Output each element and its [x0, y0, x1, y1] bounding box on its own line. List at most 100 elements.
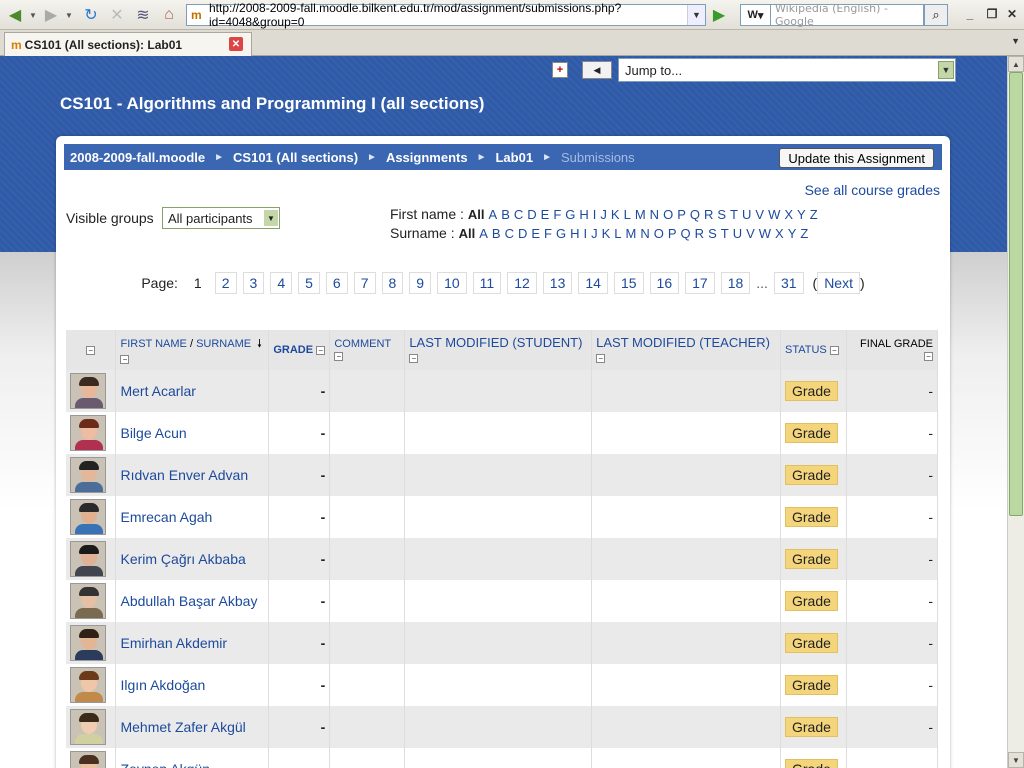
minimize-icon[interactable]: _: [962, 6, 978, 22]
firstname-letter-link[interactable]: T: [730, 207, 738, 222]
back-history-dropdown-icon[interactable]: ▼: [28, 4, 38, 26]
firstname-letter-link[interactable]: J: [600, 207, 607, 222]
stop-icon[interactable]: ✕: [106, 4, 128, 26]
page-link[interactable]: 8: [381, 272, 404, 294]
page-link[interactable]: 14: [578, 272, 608, 294]
surname-letter-link[interactable]: K: [602, 226, 611, 241]
surname-letter-link[interactable]: Z: [800, 226, 808, 241]
page-link[interactable]: 10: [437, 272, 467, 294]
surname-letter-link[interactable]: G: [556, 226, 566, 241]
firstname-letter-link[interactable]: O: [663, 207, 673, 222]
surname-letter-link[interactable]: B: [492, 226, 501, 241]
page-link[interactable]: 16: [649, 272, 680, 294]
firstname-letter-link[interactable]: I: [593, 207, 597, 222]
firstname-letter-link[interactable]: R: [704, 207, 713, 222]
avatar[interactable]: [70, 667, 106, 703]
avatar[interactable]: [70, 499, 106, 535]
firstname-letter-link[interactable]: L: [624, 207, 631, 222]
close-window-icon[interactable]: ✕: [1004, 6, 1020, 22]
surname-letter-link[interactable]: D: [518, 226, 527, 241]
firstname-letter-link[interactable]: D: [527, 207, 536, 222]
grade-button[interactable]: Grade: [785, 591, 838, 611]
avatar[interactable]: [70, 583, 106, 619]
firstname-letter-link[interactable]: G: [565, 207, 575, 222]
surname-letter-link[interactable]: V: [746, 226, 755, 241]
search-input[interactable]: Wikipedia (English) - Google: [770, 2, 924, 28]
firstname-letter-link[interactable]: P: [677, 207, 686, 222]
surname-letter-link[interactable]: H: [570, 226, 579, 241]
avatar[interactable]: [70, 457, 106, 493]
status-sort-link[interactable]: STATUS: [785, 344, 827, 356]
page-link[interactable]: 9: [409, 272, 432, 294]
grade-button[interactable]: Grade: [785, 381, 838, 401]
avatar[interactable]: [70, 541, 106, 577]
url-bar[interactable]: m http://2008-2009-fall.moodle.bilkent.e…: [186, 1, 706, 29]
collapse-icon[interactable]: −: [924, 351, 933, 361]
student-name-link[interactable]: Mert Acarlar: [120, 383, 195, 399]
firstname-letter-link[interactable]: N: [650, 207, 659, 222]
home-icon[interactable]: ⌂: [158, 4, 180, 26]
grade-button[interactable]: Grade: [785, 759, 838, 768]
student-name-link[interactable]: Ilgın Akdoğan: [120, 677, 205, 693]
update-assignment-button[interactable]: Update this Assignment: [779, 148, 934, 168]
surname-letter-link[interactable]: M: [626, 226, 637, 241]
scroll-up-arrow-icon[interactable]: ▲: [1008, 56, 1024, 72]
language-flag-icon[interactable]: +: [552, 62, 568, 78]
breadcrumb-item[interactable]: CS101 (All sections): [233, 150, 358, 165]
breadcrumb-item[interactable]: Assignments: [386, 150, 468, 165]
student-name-link[interactable]: Mehmet Zafer Akgül: [120, 719, 245, 735]
page-link[interactable]: 2: [214, 272, 237, 294]
collapse-icon[interactable]: −: [829, 345, 839, 355]
breadcrumb-item[interactable]: 2008-2009-fall.moodle: [70, 150, 205, 165]
firstname-letter-link[interactable]: H: [579, 207, 588, 222]
collapse-icon[interactable]: −: [409, 354, 419, 364]
surname-sort-link[interactable]: SURNAME: [196, 338, 251, 350]
student-name-link[interactable]: Zeynep Akgün: [120, 761, 210, 768]
nav-back-button[interactable]: ◀: [582, 61, 612, 79]
student-name-link[interactable]: Abdullah Başar Akbay: [120, 593, 257, 609]
grade-button[interactable]: Grade: [785, 465, 838, 485]
back-arrow-icon[interactable]: ◀: [4, 4, 26, 26]
page-link[interactable]: 13: [542, 272, 573, 294]
breadcrumb-item[interactable]: Lab01: [495, 150, 533, 165]
avatar[interactable]: [70, 751, 106, 768]
collapse-icon[interactable]: −: [120, 355, 130, 365]
surname-letter-link[interactable]: E: [531, 226, 540, 241]
surname-letter-link[interactable]: Y: [788, 226, 797, 241]
avatar[interactable]: [70, 415, 106, 451]
firstname-letter-link[interactable]: E: [541, 207, 550, 222]
grade-button[interactable]: Grade: [785, 717, 838, 737]
surname-letter-link[interactable]: J: [591, 226, 598, 241]
forward-arrow-icon[interactable]: ▶: [40, 4, 62, 26]
collapse-icon[interactable]: −: [86, 345, 96, 355]
surname-letter-link[interactable]: F: [544, 226, 552, 241]
grade-sort-link[interactable]: GRADE: [273, 344, 313, 356]
tab-close-icon[interactable]: ✕: [229, 37, 243, 51]
firstname-letter-link[interactable]: Q: [690, 207, 700, 222]
collapse-icon[interactable]: −: [316, 345, 326, 355]
avatar[interactable]: [70, 625, 106, 661]
firstname-letter-link[interactable]: F: [553, 207, 561, 222]
surname-letter-link[interactable]: T: [721, 226, 729, 241]
page-link[interactable]: 17: [685, 272, 715, 294]
surname-letter-link[interactable]: I: [583, 226, 587, 241]
page-link[interactable]: 18: [720, 272, 751, 294]
surname-letter-link[interactable]: N: [640, 226, 649, 241]
grade-button[interactable]: Grade: [785, 675, 838, 695]
surname-letter-link[interactable]: C: [505, 226, 514, 241]
page-link[interactable]: 12: [507, 272, 537, 294]
surname-letter-link[interactable]: S: [708, 226, 717, 241]
page-link[interactable]: 11: [472, 272, 502, 294]
firstname-letter-link[interactable]: X: [784, 207, 793, 222]
go-arrow-icon[interactable]: ▶: [708, 4, 730, 26]
firstname-letter-link[interactable]: B: [501, 207, 510, 222]
student-name-link[interactable]: Emirhan Akdemir: [120, 635, 227, 651]
surname-letter-link[interactable]: Q: [681, 226, 691, 241]
surname-letter-link[interactable]: O: [654, 226, 664, 241]
jump-to-select[interactable]: Jump to... ▼: [618, 58, 956, 82]
firstname-letter-link[interactable]: Z: [810, 207, 818, 222]
surname-letter-link[interactable]: X: [775, 226, 784, 241]
collapse-icon[interactable]: −: [596, 354, 606, 364]
grade-button[interactable]: Grade: [785, 549, 838, 569]
student-name-link[interactable]: Emrecan Agah: [120, 509, 212, 525]
